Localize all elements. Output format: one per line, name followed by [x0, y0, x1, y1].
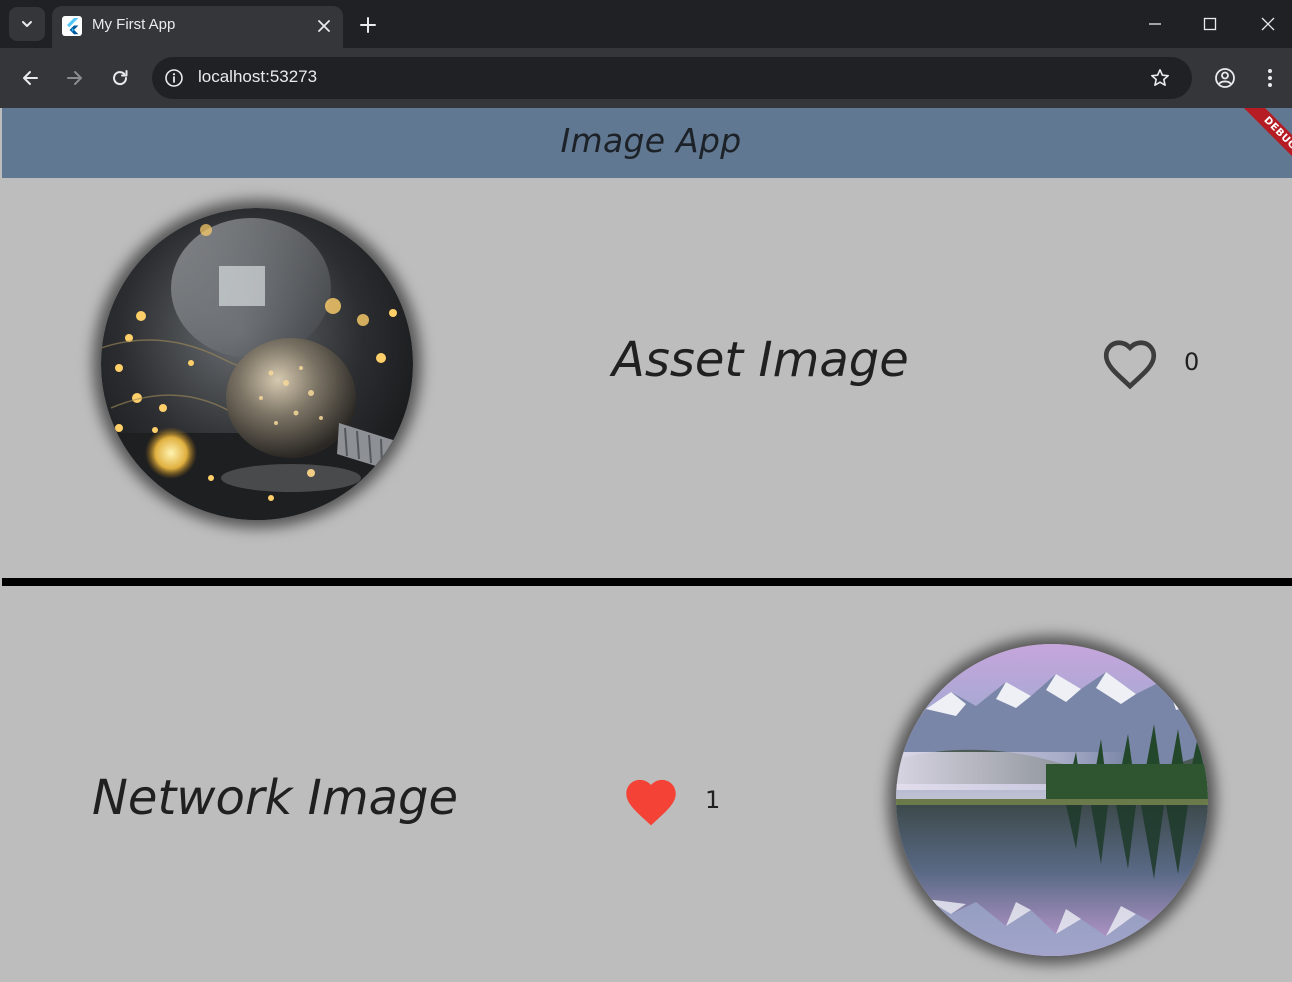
debug-banner-label: DEBUG [1242, 108, 1292, 171]
browser-tab[interactable]: My First App [52, 6, 343, 48]
close-tab-button[interactable] [312, 14, 336, 38]
heart-outline-icon [1103, 340, 1157, 390]
app-bar: Image App [2, 108, 1292, 178]
back-button[interactable] [16, 64, 44, 92]
maximize-button[interactable] [1196, 10, 1224, 38]
mountain-lake-reflection-photo [896, 644, 1208, 956]
tab-search-button[interactable] [9, 7, 45, 41]
reload-icon [113, 70, 128, 86]
close-window-button[interactable] [1254, 10, 1282, 38]
reload-button[interactable] [106, 64, 134, 92]
forward-button[interactable] [61, 64, 89, 92]
new-tab-button[interactable] [355, 12, 381, 38]
more-vert-icon [1268, 69, 1272, 87]
url-text: localhost:53273 [198, 67, 318, 86]
account-circle-icon [1215, 68, 1235, 88]
arrow-left-icon [23, 71, 38, 85]
debug-banner: DEBUG [1230, 108, 1292, 178]
network-image-card: Network Image 1 [2, 586, 1292, 982]
menu-button[interactable] [1256, 64, 1284, 92]
network-like-button[interactable] [623, 776, 679, 828]
browser-toolbar: localhost:53273 [0, 48, 1292, 108]
address-bar[interactable]: localhost:53273 [152, 57, 1192, 99]
asset-image-label: Asset Image [612, 332, 909, 388]
plus-icon [360, 17, 376, 33]
info-icon [165, 69, 183, 87]
page-title: Image App [560, 121, 742, 160]
site-info-button[interactable] [162, 66, 186, 90]
asset-image-card: Asset Image 0 [2, 178, 1292, 578]
chevron-down-icon [22, 21, 32, 27]
close-icon [1261, 17, 1275, 31]
heart-filled-icon [626, 779, 676, 826]
browser-tab-strip: My First App [0, 0, 1292, 48]
divider [2, 578, 1292, 586]
app-viewport: Image App DEBUG Asset Image 0 Network Im… [2, 108, 1292, 982]
profile-button[interactable] [1211, 64, 1239, 92]
star-outline-icon [1151, 69, 1169, 86]
flutter-logo-icon [62, 16, 82, 36]
close-icon [318, 20, 330, 32]
lightbulb-bokeh-photo [101, 208, 413, 520]
asset-like-count: 0 [1184, 348, 1200, 376]
tab-title: My First App [92, 16, 176, 33]
network-image-label: Network Image [92, 770, 458, 826]
bookmark-button[interactable] [1148, 66, 1172, 90]
arrow-right-icon [67, 71, 82, 85]
asset-like-button[interactable] [1102, 338, 1158, 390]
minimize-icon [1149, 23, 1161, 25]
network-like-count: 1 [705, 786, 721, 814]
minimize-button[interactable] [1141, 10, 1169, 38]
maximize-icon [1203, 17, 1217, 31]
